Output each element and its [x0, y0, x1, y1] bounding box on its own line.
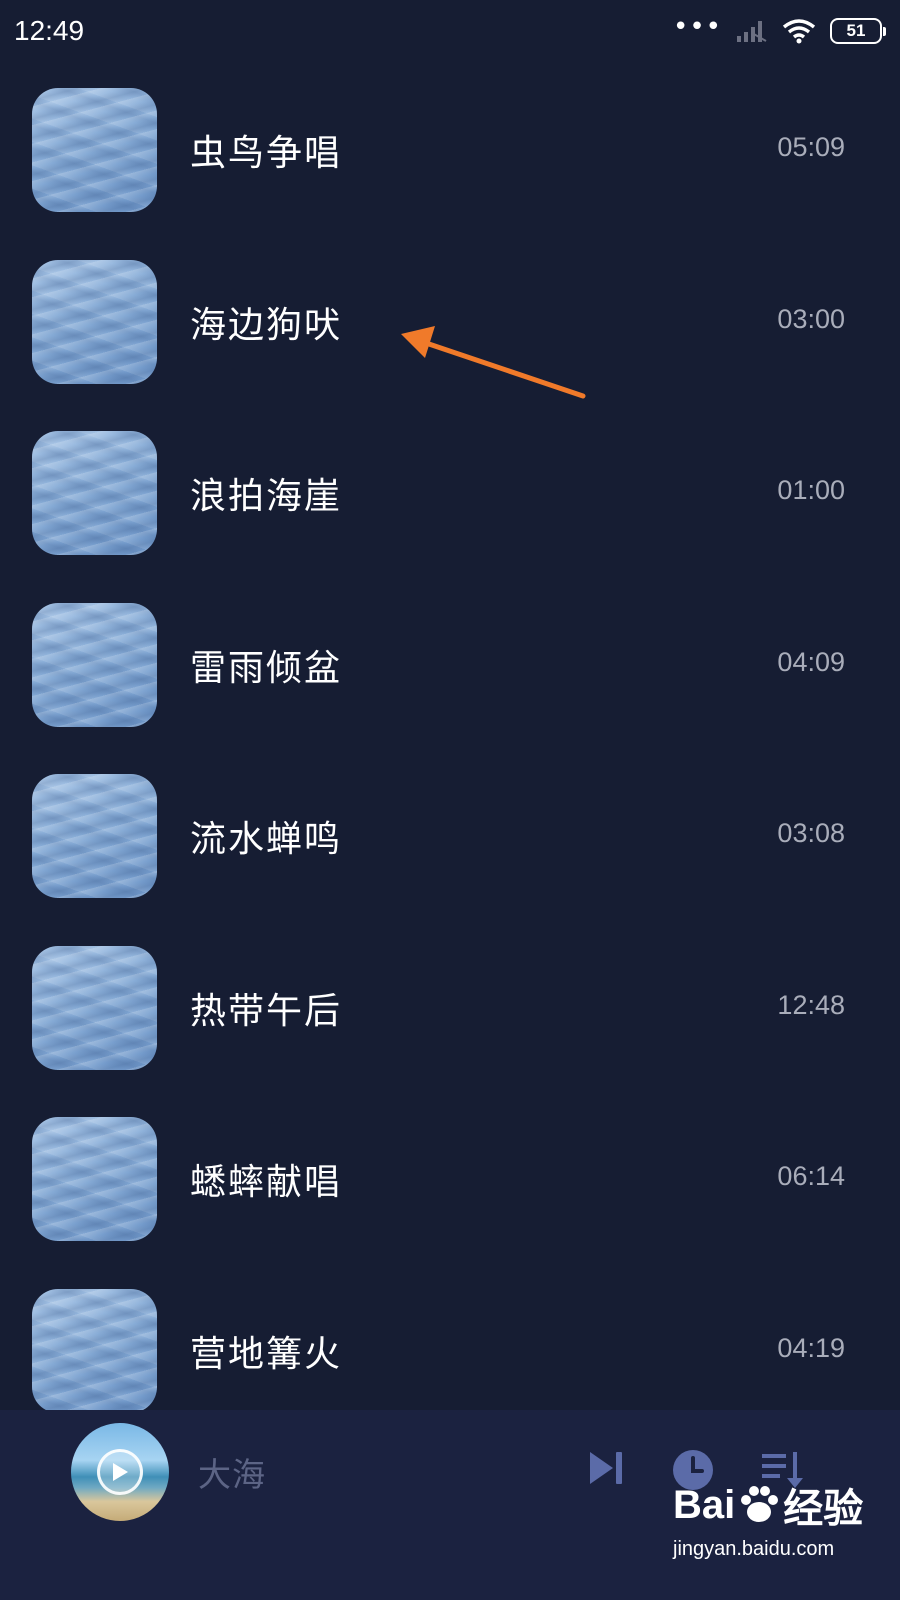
song-thumbnail — [32, 88, 157, 212]
song-title: 雷雨倾盆 — [190, 647, 343, 689]
song-item[interactable]: 热带午后 12:48 — [0, 938, 900, 1110]
song-duration: 05:09 — [777, 132, 845, 162]
song-duration: 03:08 — [777, 818, 845, 848]
song-item[interactable]: 雷雨倾盆 04:09 — [0, 595, 900, 767]
status-icons: ••• 51 — [673, 14, 886, 44]
song-title: 虫鸟争唱 — [190, 133, 343, 174]
song-thumbnail — [32, 431, 157, 555]
wifi-icon — [782, 19, 816, 44]
song-item[interactable]: 浪拍海崖 01:00 — [0, 423, 900, 595]
song-title: 蟋蟀献唱 — [190, 1162, 343, 1203]
song-thumbnail — [32, 259, 157, 384]
play-button[interactable] — [97, 1449, 143, 1495]
song-title: 热带午后 — [190, 990, 343, 1032]
song-thumbnail — [32, 1288, 157, 1413]
watermark-brand-right: 经验 — [783, 1487, 864, 1531]
song-thumbnail — [32, 602, 157, 727]
song-duration: 06:14 — [777, 1161, 845, 1191]
battery-indicator: 51 — [830, 18, 886, 44]
song-title: 流水蝉鸣 — [190, 819, 343, 860]
song-item[interactable]: 虫鸟争唱 05:09 — [0, 80, 900, 252]
song-thumbnail — [32, 774, 157, 898]
annotation-arrow — [401, 326, 586, 399]
song-title: 海边狗吠 — [190, 304, 343, 346]
watermark-url: jingyan.baidu.com — [673, 1538, 835, 1560]
song-item[interactable]: 蟋蟀献唱 06:14 — [0, 1109, 900, 1281]
status-bar: 12:49 ••• 51 — [0, 0, 900, 62]
song-title: 浪拍海崖 — [190, 476, 343, 517]
song-list: 虫鸟争唱 05:09 海边狗吠 03:00 浪拍海崖 01:00 雷雨倾盆 04… — [0, 80, 900, 1452]
song-duration: 01:00 — [777, 475, 845, 505]
song-item[interactable]: 流水蝉鸣 03:08 — [0, 766, 900, 938]
song-duration: 12:48 — [777, 989, 845, 1020]
song-thumbnail — [32, 1117, 157, 1241]
song-duration: 04:09 — [777, 646, 845, 677]
song-duration: 04:19 — [777, 1332, 845, 1363]
song-title: 营地篝火 — [190, 1333, 343, 1375]
status-time: 12:49 — [14, 15, 85, 46]
paw-icon — [741, 1486, 779, 1522]
watermark-logo: Bai 经验 jingyan.baidu.com — [673, 1476, 873, 1586]
signal-bars-icon — [737, 21, 767, 42]
more-dots-icon: ••• — [672, 12, 722, 42]
now-playing-artwork[interactable] — [71, 1423, 169, 1521]
song-thumbnail — [32, 945, 157, 1070]
play-icon — [113, 1463, 128, 1481]
skip-next-icon[interactable] — [587, 1448, 625, 1488]
now-playing-title: 大海 — [198, 1455, 266, 1494]
watermark-brand-left: Bai — [673, 1482, 736, 1527]
song-duration: 03:00 — [777, 303, 845, 334]
